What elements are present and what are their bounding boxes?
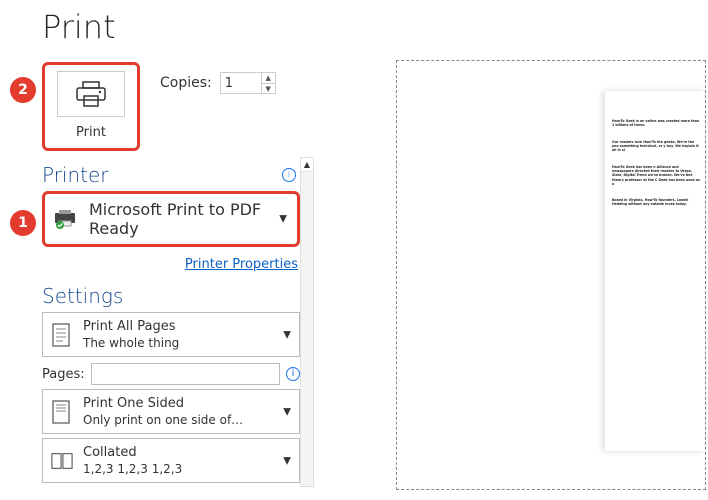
printer-section-title: Printer <box>42 163 109 187</box>
info-icon[interactable]: i <box>282 168 296 182</box>
pages-input[interactable] <box>91 363 280 385</box>
preview-paragraph: Our readers love How-To the geeks. We're… <box>612 140 701 153</box>
preview-page-boundary: How-To Geek is an online was created mor… <box>396 60 706 490</box>
collate-label: Collated <box>83 445 182 460</box>
preview-document: How-To Geek is an online was created mor… <box>605 91 705 451</box>
pages-range-selector[interactable]: Print All Pages The whole thing ▼ <box>42 312 300 357</box>
chevron-down-icon: ▼ <box>279 214 287 225</box>
page-title: Print <box>42 8 300 46</box>
chevron-down-icon: ▼ <box>283 329 291 340</box>
collate-sub: 1,2,3 1,2,3 1,2,3 <box>83 462 182 476</box>
printer-name: Microsoft Print to PDF <box>89 200 261 219</box>
sides-selector[interactable]: Print One Sided Only print on one side o… <box>42 389 300 434</box>
annotation-badge-1: 1 <box>10 210 36 236</box>
copies-spin-up[interactable]: ▲ <box>261 73 275 83</box>
chevron-down-icon: ▼ <box>283 406 291 417</box>
copies-spin-down[interactable]: ▼ <box>261 83 275 93</box>
info-icon[interactable]: i <box>286 367 300 381</box>
preview-paragraph: How-To Geek has been n Alliance and news… <box>612 165 701 187</box>
sides-sub: Only print on one side of… <box>83 413 243 427</box>
copies-input[interactable]: 1 ▲ ▼ <box>220 72 276 94</box>
copies-label: Copies: <box>160 75 212 91</box>
preview-paragraph: Based in Virginia, How-To founders, Lowe… <box>612 198 701 207</box>
pages-range-label: Print All Pages <box>83 319 179 334</box>
settings-title: Settings <box>42 284 300 308</box>
printer-status: Ready <box>89 219 261 238</box>
sides-label: Print One Sided <box>83 396 243 411</box>
printer-properties-link[interactable]: Printer Properties <box>185 257 298 272</box>
page-icon <box>51 322 73 348</box>
print-preview-pane: How-To Geek is an online was created mor… <box>300 0 708 500</box>
chevron-down-icon: ▼ <box>283 455 291 466</box>
pages-range-sub: The whole thing <box>83 336 179 350</box>
pages-label: Pages: <box>42 367 85 382</box>
copies-value: 1 <box>221 76 261 91</box>
printer-device-icon <box>53 209 79 229</box>
preview-paragraph: How-To Geek is an online was created mor… <box>612 119 701 128</box>
one-sided-icon <box>51 399 73 425</box>
collate-selector[interactable]: Collated 1,2,3 1,2,3 1,2,3 ▼ <box>42 438 300 483</box>
printer-icon <box>74 80 108 108</box>
print-button[interactable]: Print <box>42 62 140 151</box>
printer-selector[interactable]: Microsoft Print to PDF Ready ▼ <box>42 191 300 247</box>
annotation-badge-2: 2 <box>10 77 36 103</box>
collate-icon <box>51 448 73 474</box>
print-button-label: Print <box>76 125 106 140</box>
